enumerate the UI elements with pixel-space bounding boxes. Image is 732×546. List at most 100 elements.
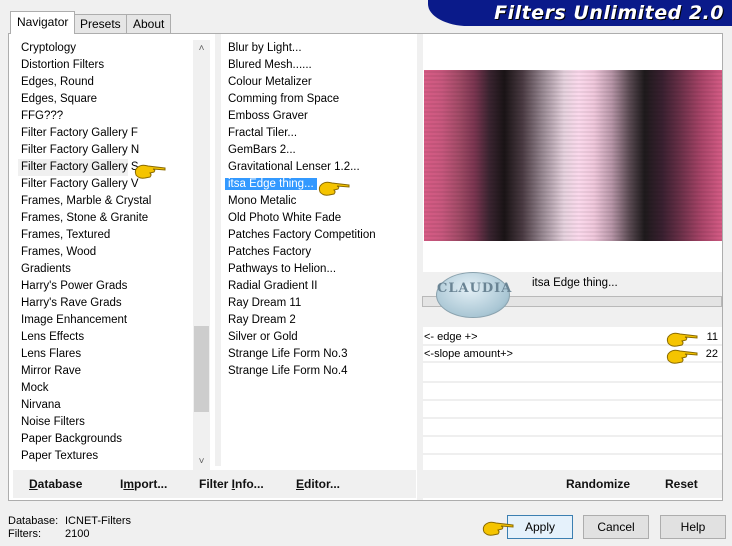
empty-param-row xyxy=(422,365,722,383)
category-item[interactable]: Gradients xyxy=(18,261,198,278)
filter-item-label: GemBars 2... xyxy=(228,144,296,156)
category-item[interactable]: Filter Factory Gallery F xyxy=(18,125,198,142)
navigator-button-bar: Database Import... Filter Info... Editor… xyxy=(13,470,416,498)
filter-item-label: Strange Life Form No.4 xyxy=(228,365,348,377)
category-item[interactable]: FFG??? xyxy=(18,108,198,125)
filter-item[interactable]: Blured Mesh...... xyxy=(225,57,415,74)
empty-param-row xyxy=(422,419,722,437)
category-item[interactable]: Noise Filters xyxy=(18,414,198,431)
filter-item[interactable]: Patches Factory xyxy=(225,244,415,261)
filter-item[interactable]: Colour Metalizer xyxy=(225,74,415,91)
database-button[interactable]: Database xyxy=(29,477,82,491)
tab-about[interactable]: About xyxy=(126,14,172,34)
category-item[interactable]: Edges, Round xyxy=(18,74,198,91)
filter-item[interactable]: Emboss Graver xyxy=(225,108,415,125)
category-item[interactable]: Lens Flares xyxy=(18,346,198,363)
category-item[interactable]: Paper Backgrounds xyxy=(18,431,198,448)
editor-button[interactable]: Editor... xyxy=(296,477,340,491)
category-item[interactable]: Filter Factory Gallery V xyxy=(18,176,198,193)
category-item[interactable]: Mirror Rave xyxy=(18,363,198,380)
filter-preview-image xyxy=(424,70,722,241)
help-button[interactable]: Help xyxy=(660,515,726,539)
category-item[interactable]: Frames, Wood xyxy=(18,244,198,261)
filter-item-label: itsa Edge thing... xyxy=(225,178,317,190)
filter-item-label: Gravitational Lenser 1.2... xyxy=(228,161,360,173)
category-item[interactable]: Distortion Filters xyxy=(18,57,198,74)
tab-navigator[interactable]: Navigator xyxy=(10,11,76,34)
category-item[interactable]: Image Enhancement xyxy=(18,312,198,329)
database-label: Database: xyxy=(8,515,59,527)
app-title: Filters Unlimited 2.0 xyxy=(494,2,724,24)
filter-item-label: Ray Dream 2 xyxy=(228,314,296,326)
category-item[interactable]: Frames, Marble & Crystal xyxy=(18,193,198,210)
filter-item[interactable]: Gravitational Lenser 1.2... xyxy=(225,159,415,176)
filter-item[interactable]: Ray Dream 2 xyxy=(225,312,415,329)
filters-count-label: Filters: xyxy=(8,528,41,540)
filter-item[interactable]: Strange Life Form No.3 xyxy=(225,346,415,363)
filter-item[interactable]: Old Photo White Fade xyxy=(225,210,415,227)
category-item[interactable]: Edges, Square xyxy=(18,91,198,108)
filter-item[interactable]: Comming from Space xyxy=(225,91,415,108)
apply-button[interactable]: Apply xyxy=(507,515,573,539)
category-item[interactable]: Harry's Rave Grads xyxy=(18,295,198,312)
cancel-button[interactable]: Cancel xyxy=(583,515,649,539)
empty-param-row xyxy=(422,437,722,455)
param-value: 11 xyxy=(706,331,718,343)
filter-item[interactable]: GemBars 2... xyxy=(225,142,415,159)
category-item[interactable]: Frames, Stone & Granite xyxy=(18,210,198,227)
category-item[interactable]: Mock xyxy=(18,380,198,397)
filter-item-label: Radial Gradient II xyxy=(228,280,318,292)
reset-button[interactable]: Reset xyxy=(665,477,698,491)
pointing-hand-icon xyxy=(482,521,514,536)
filter-item-label: Ray Dream 11 xyxy=(228,297,302,309)
category-item[interactable]: Filter Factory Gallery N xyxy=(18,142,198,159)
filter-item-label: Comming from Space xyxy=(228,93,340,105)
category-item[interactable]: Lens Effects xyxy=(18,329,198,346)
filter-item-label: Fractal Tiler... xyxy=(228,127,298,139)
scroll-down-icon[interactable]: ˅ xyxy=(193,453,210,470)
randomize-button[interactable]: Randomize xyxy=(566,477,630,491)
filter-info-button[interactable]: Filter Info... xyxy=(199,477,264,491)
pointing-hand-icon xyxy=(666,332,698,347)
filter-item-label: Mono Metalic xyxy=(228,195,297,207)
filter-item-label: Pathways to Helion... xyxy=(228,263,337,275)
import-button[interactable]: Import... xyxy=(120,477,167,491)
filter-item-label: Patches Factory Competition xyxy=(228,229,376,241)
category-item[interactable]: Frames, Textured xyxy=(18,227,198,244)
filter-list[interactable]: Blur by Light... Blured Mesh...... Colour … xyxy=(225,40,415,466)
filter-item-label: Silver or Gold xyxy=(228,331,298,343)
filter-item-label: Blured Mesh...... xyxy=(228,59,312,71)
filter-item[interactable]: Blur by Light... xyxy=(225,40,415,57)
filter-item-label: Patches Factory xyxy=(228,246,312,258)
filter-item[interactable]: Pathways to Helion... xyxy=(225,261,415,278)
filters-count-value: 2100 xyxy=(65,528,90,540)
param-value: 22 xyxy=(705,348,718,360)
filter-item-label: Colour Metalizer xyxy=(228,76,312,88)
category-item[interactable]: Harry's Power Grads xyxy=(18,278,198,295)
category-item[interactable]: Paper Textures xyxy=(18,448,198,465)
filter-item[interactable]: Strange Life Form No.4 xyxy=(225,363,415,380)
filter-info-panel: CLAUDIA itsa Edge thing... xyxy=(422,272,722,327)
pointing-hand-icon xyxy=(666,349,698,364)
claudia-logo: CLAUDIA xyxy=(436,272,511,318)
title-banner: Filters Unlimited 2.0 xyxy=(428,0,732,26)
category-scrollbar[interactable]: ˄ ˅ xyxy=(193,40,210,470)
category-item[interactable]: Nirvana xyxy=(18,397,198,414)
filter-item[interactable]: Silver or Gold xyxy=(225,329,415,346)
scroll-up-icon[interactable]: ˄ xyxy=(193,40,210,57)
pointing-hand-icon xyxy=(318,181,350,196)
category-item[interactable]: Cryptology xyxy=(18,40,198,57)
filter-item[interactable]: Radial Gradient II xyxy=(225,278,415,295)
category-item[interactable]: Filter Factory Gallery S xyxy=(18,159,139,176)
category-list[interactable]: Cryptology Distortion Filters Edges, Round… xyxy=(18,40,198,466)
tab-presets[interactable]: Presets xyxy=(73,14,128,34)
filter-item[interactable]: Fractal Tiler... xyxy=(225,125,415,142)
pointing-hand-icon xyxy=(134,164,166,179)
database-value: ICNET-Filters xyxy=(65,515,131,527)
empty-param-row xyxy=(422,383,722,401)
scroll-thumb[interactable] xyxy=(194,326,209,412)
navigator-panel: Cryptology Distortion Filters Edges, Round… xyxy=(8,33,723,501)
filter-name-label: itsa Edge thing... xyxy=(532,277,618,289)
filter-item[interactable]: Patches Factory Competition xyxy=(225,227,415,244)
filter-item[interactable]: Ray Dream 11 xyxy=(225,295,415,312)
